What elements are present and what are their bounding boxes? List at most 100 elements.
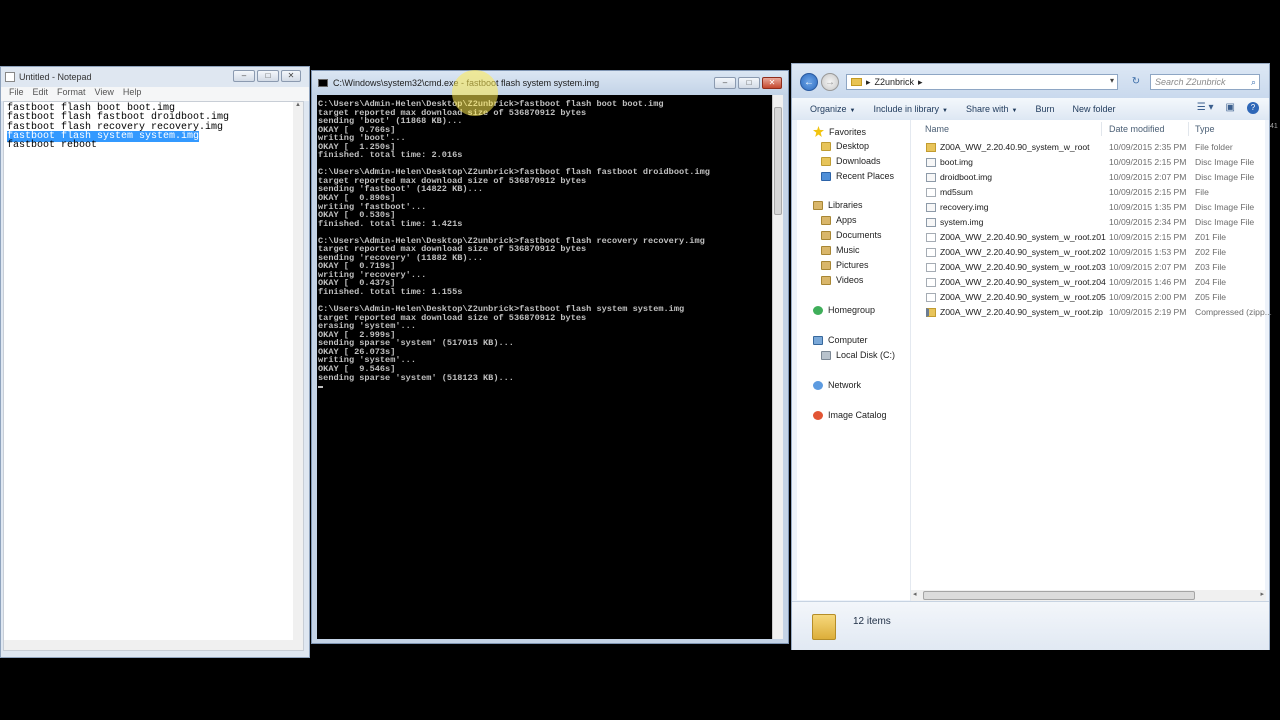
file-row[interactable]: Z00A_WW_2.20.40.90_system_w_root.z02 10/0… [911, 245, 1265, 260]
column-divider[interactable] [1188, 122, 1189, 136]
file-name: boot.img [940, 157, 973, 167]
chevron-down-icon[interactable]: ▾ [1110, 76, 1114, 85]
column-divider[interactable] [1101, 122, 1102, 136]
file-icon [926, 248, 936, 257]
explorer-window[interactable]: ← → ▸ Z2unbrick ▸ ▾ ↻ Search Z2unbrick ⌕… [791, 63, 1272, 650]
maximize-button[interactable]: □ [257, 70, 279, 82]
navigation-buttons: ← → [800, 73, 839, 91]
nav-label: Apps [836, 215, 857, 225]
notepad-text-area[interactable]: fastboot flash boot boot.img fastboot fla… [3, 101, 304, 651]
nav-label: Homegroup [828, 305, 876, 315]
view-options-icon[interactable]: ☰ ▾ [1197, 102, 1214, 114]
file-date: 10/09/2015 2:34 PM [1109, 217, 1187, 227]
nav-homegroup[interactable]: Homegroup [813, 305, 875, 315]
breadcrumb-separator-icon[interactable]: ▸ [866, 77, 871, 88]
file-row[interactable]: Z00A_WW_2.20.40.90_system_w_root.z04 10/0… [911, 275, 1265, 290]
help-icon[interactable]: ? [1247, 102, 1259, 114]
file-date: 10/09/2015 1:53 PM [1109, 247, 1187, 257]
toolbar-burn-button[interactable]: Burn [1035, 104, 1054, 114]
back-arrow-icon[interactable]: ← [800, 73, 818, 91]
nav-computer[interactable]: Computer [813, 335, 868, 345]
console-cursor [318, 386, 323, 389]
file-row[interactable]: recovery.img 10/09/2015 1:35 PM Disc Image… [911, 200, 1265, 215]
forward-arrow-icon[interactable]: → [821, 73, 839, 91]
toolbar-include-in-library-button[interactable]: Include in library ▼ [873, 104, 947, 114]
toolbar-label: Burn [1035, 104, 1055, 114]
close-button[interactable]: ✕ [762, 77, 782, 89]
notepad-horizontal-scrollbar[interactable] [4, 640, 303, 650]
notepad-window[interactable]: Untitled - Notepad – □ ✕ File Edit Format V… [0, 66, 310, 658]
nav-local-disk[interactable]: Local Disk (C:) [821, 350, 895, 360]
file-list[interactable]: Name Date modified Type Z00A_WW_2.20.40.… [910, 120, 1272, 601]
column-header-type[interactable]: Type [1195, 124, 1215, 134]
file-name: Z00A_WW_2.20.40.90_system_w_root.zip [940, 307, 1103, 317]
menu-item-file[interactable]: File [9, 87, 24, 101]
file-name: Z00A_WW_2.20.40.90_system_w_root.z01 [940, 232, 1106, 242]
file-row[interactable]: Z00A_WW_2.20.40.90_system_w_root 10/09/20… [911, 140, 1265, 155]
nav-videos[interactable]: Videos [821, 275, 863, 285]
cmd-vertical-scrollbar[interactable] [772, 95, 783, 639]
nav-documents[interactable]: Documents [821, 230, 882, 240]
nav-desktop[interactable]: Desktop [821, 141, 869, 151]
file-row[interactable]: Z00A_WW_2.20.40.90_system_w_root.z05 10/0… [911, 290, 1265, 305]
nav-music[interactable]: Music [821, 245, 860, 255]
file-row[interactable]: Z00A_WW_2.20.40.90_system_w_root.z01 10/0… [911, 230, 1265, 245]
search-input[interactable]: Search Z2unbrick ⌕ [1150, 74, 1260, 90]
nav-network[interactable]: Network [813, 380, 861, 390]
breadcrumb-separator-icon[interactable]: ▸ [918, 77, 923, 88]
minimize-button[interactable]: – [233, 70, 255, 82]
search-icon[interactable]: ⌕ [1251, 75, 1256, 89]
navigation-pane[interactable]: Favorites Desktop Downloads Recent Places Li… [797, 120, 910, 600]
cmd-window[interactable]: C:\Windows\system32\cmd.exe - fastboot f… [311, 70, 789, 644]
file-row[interactable]: Z00A_WW_2.20.40.90_system_w_root.z03 10/0… [911, 260, 1265, 275]
refresh-icon[interactable]: ↻ [1129, 74, 1143, 90]
scroll-thumb[interactable] [774, 107, 782, 215]
toolbar-organize-button[interactable]: Organize ▼ [810, 104, 855, 114]
notepad-text[interactable]: fastboot flash boot boot.img fastboot fla… [4, 102, 303, 152]
file-row[interactable]: boot.img 10/09/2015 2:15 PM Disc Image Fil… [911, 155, 1265, 170]
notepad-vertical-scrollbar[interactable]: ▲ [293, 102, 303, 650]
music-icon [821, 245, 831, 255]
preview-pane-icon[interactable]: ▣ [1226, 102, 1235, 114]
nav-label: Image Catalog [828, 410, 887, 420]
nav-image-catalog[interactable]: Image Catalog [813, 410, 887, 420]
nav-pictures[interactable]: Pictures [821, 260, 869, 270]
nav-downloads[interactable]: Downloads [821, 156, 881, 166]
chevron-down-icon: ▼ [942, 108, 948, 114]
scroll-up-icon[interactable]: ▲ [293, 102, 303, 108]
file-row[interactable]: md5sum 10/09/2015 2:15 PM File [911, 185, 1265, 200]
folder-icon [926, 143, 936, 152]
nav-libraries[interactable]: Libraries [813, 200, 863, 210]
minimize-button[interactable]: – [714, 77, 736, 89]
nav-label: Recent Places [836, 171, 895, 181]
libraries-icon [813, 200, 823, 210]
menu-item-format[interactable]: Format [57, 87, 86, 101]
breadcrumb-z2unbrick[interactable]: Z2unbrick [875, 77, 915, 87]
file-list-horizontal-scrollbar[interactable]: ◂ ▸ [911, 590, 1266, 601]
toolbar-share-with-button[interactable]: Share with ▼ [966, 104, 1017, 114]
toolbar-new-folder-button[interactable]: New folder [1072, 104, 1115, 114]
nav-apps[interactable]: Apps [821, 215, 857, 225]
column-header-date[interactable]: Date modified [1109, 124, 1165, 134]
cmd-console[interactable]: C:\Users\Admin-Helen\Desktop\Z2unbrick>f… [317, 95, 774, 639]
scroll-left-icon[interactable]: ◂ [913, 590, 917, 598]
close-button[interactable]: ✕ [281, 70, 301, 82]
details-pane: 12 items [792, 601, 1269, 650]
disc-image-icon [926, 203, 936, 212]
menu-item-help[interactable]: Help [123, 87, 142, 101]
nav-recent-places[interactable]: Recent Places [821, 171, 894, 181]
column-header-name[interactable]: Name [925, 124, 949, 134]
address-bar[interactable]: ▸ Z2unbrick ▸ ▾ [846, 74, 1118, 90]
scroll-thumb[interactable] [923, 591, 1195, 600]
nav-label: Videos [836, 275, 864, 285]
file-row[interactable]: Z00A_WW_2.20.40.90_system_w_root.zip 10/0… [911, 305, 1272, 320]
file-row[interactable]: system.img 10/09/2015 2:34 PM Disc Image F… [911, 215, 1265, 230]
menu-item-edit[interactable]: Edit [33, 87, 49, 101]
cmd-titlebar[interactable]: C:\Windows\system32\cmd.exe - fastboot f… [312, 71, 788, 95]
scroll-right-icon[interactable]: ▸ [1260, 590, 1264, 598]
menu-item-view[interactable]: View [95, 87, 114, 101]
line-text: fastboot reboot [7, 140, 98, 152]
maximize-button[interactable]: □ [738, 77, 760, 89]
nav-favorites[interactable]: Favorites [813, 126, 866, 137]
file-row[interactable]: droidboot.img 10/09/2015 2:07 PM Disc Imag… [911, 170, 1265, 185]
